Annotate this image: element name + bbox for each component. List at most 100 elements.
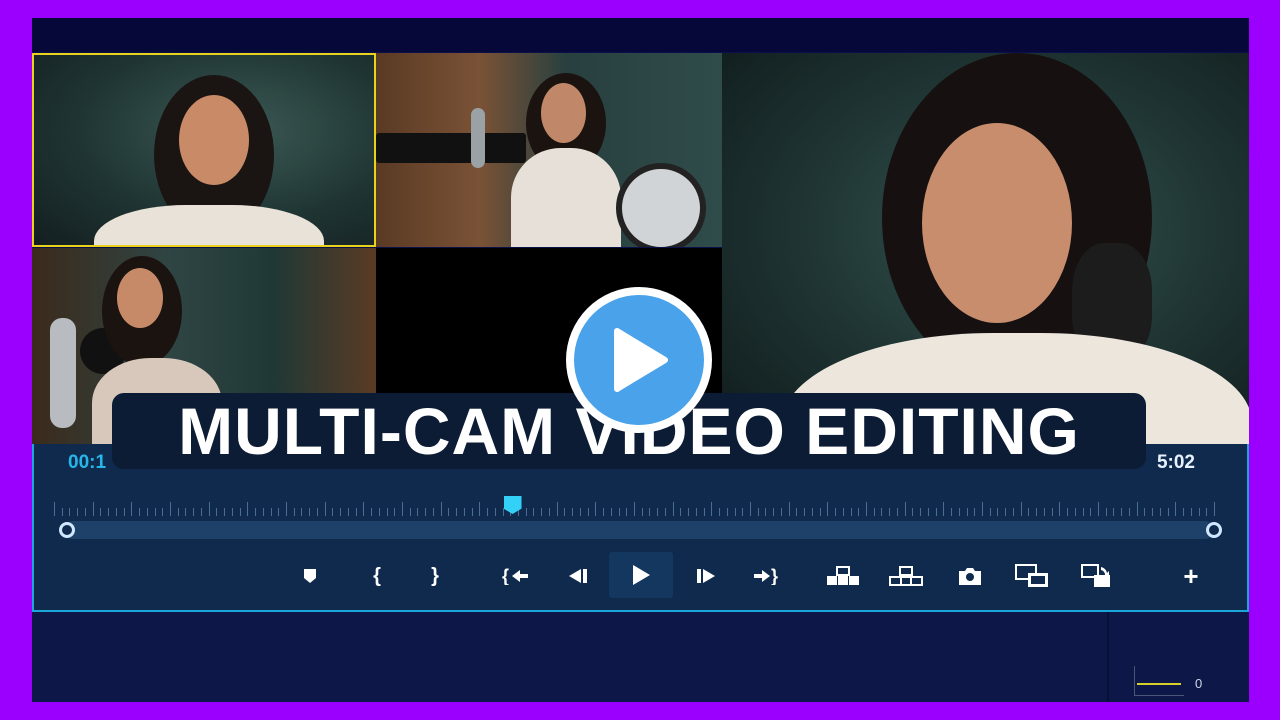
ruler-tick: [711, 502, 713, 516]
ruler-tick: [672, 502, 674, 516]
ruler-tick: [989, 508, 991, 516]
ruler-tick: [533, 508, 535, 516]
ruler-tick: [788, 502, 790, 516]
ruler-tick: [703, 508, 705, 516]
ruler-tick: [1183, 508, 1185, 516]
ruler-tick: [1074, 508, 1076, 516]
marker-button[interactable]: [290, 558, 330, 594]
ruler-tick: [417, 508, 419, 516]
ruler-tick: [750, 502, 751, 516]
ruler-tick: [819, 508, 821, 516]
ruler-tick: [386, 508, 388, 516]
ruler-tick: [131, 502, 133, 516]
snapshot-button[interactable]: [950, 558, 990, 594]
ruler-tick: [270, 508, 272, 516]
ruler-tick: [634, 502, 635, 516]
add-button[interactable]: +: [1171, 558, 1211, 594]
mark-out-button[interactable]: }: [415, 558, 455, 594]
ruler-tick: [216, 508, 218, 516]
camera-2-tile[interactable]: [376, 53, 722, 247]
go-to-out-button[interactable]: }: [746, 558, 786, 594]
overwrite-icon: [889, 566, 923, 586]
ruler-tick: [69, 508, 71, 516]
ruler-tick: [564, 508, 566, 516]
ruler-tick: [572, 508, 574, 516]
ruler-tick: [842, 508, 844, 516]
ruler-tick: [1067, 508, 1069, 516]
marker-icon: [304, 569, 316, 583]
ruler-tick: [618, 508, 620, 516]
ruler-tick: [115, 508, 117, 516]
ruler-tick: [200, 508, 202, 516]
ruler-tick: [966, 508, 968, 516]
ruler-tick: [719, 508, 721, 516]
range-start-handle[interactable]: [59, 522, 75, 538]
ruler-tick: [193, 508, 195, 516]
ruler-tick: [873, 508, 875, 516]
camera-1-tile[interactable]: [32, 53, 376, 247]
ruler-tick: [224, 508, 226, 516]
ruler-tick: [440, 502, 442, 516]
ruler-tick: [487, 508, 489, 516]
scrub-track[interactable]: [64, 521, 1214, 539]
ruler-tick: [1098, 502, 1099, 516]
ruler-tick: [912, 508, 914, 516]
range-end-handle[interactable]: [1206, 522, 1222, 538]
ruler-tick: [177, 508, 179, 516]
ruler-tick: [255, 508, 257, 516]
ruler-tick: [463, 508, 465, 516]
replace-button[interactable]: [1076, 558, 1116, 594]
go-to-in-button[interactable]: {: [496, 558, 536, 594]
ruler-tick: [456, 508, 458, 516]
ruler-tick: [935, 508, 937, 516]
ruler-tick: [378, 508, 380, 516]
bottom-track-area: [32, 612, 1249, 702]
ruler-tick: [355, 508, 357, 516]
audio-meter-value: 0: [1195, 676, 1203, 691]
ruler-tick: [154, 508, 156, 516]
ruler-tick: [726, 508, 728, 516]
ruler-tick: [502, 508, 504, 516]
ruler-tick: [1059, 502, 1061, 516]
ruler-tick: [1020, 502, 1022, 516]
ruler-tick: [904, 502, 906, 516]
ruler-tick: [1206, 508, 1208, 516]
ruler-tick: [835, 508, 837, 516]
step-forward-icon: [697, 569, 715, 583]
ruler-tick: [402, 502, 403, 516]
ruler-tick: [657, 508, 659, 516]
ruler-tick: [61, 508, 63, 516]
step-back-button[interactable]: [558, 558, 598, 594]
ruler-tick: [309, 508, 311, 516]
ruler-tick: [108, 508, 110, 516]
overwrite-button[interactable]: [886, 558, 926, 594]
current-time: 00:1: [68, 452, 107, 473]
svg-text:}: }: [771, 567, 778, 585]
ruler-tick: [943, 502, 945, 516]
ruler-tick: [170, 502, 171, 516]
match-frame-button[interactable]: [1012, 558, 1052, 594]
ruler-tick: [688, 508, 690, 516]
ruler-tick: [432, 508, 434, 516]
ruler-tick: [541, 508, 543, 516]
ruler-tick: [603, 508, 605, 516]
ruler-tick: [982, 502, 983, 516]
step-forward-button[interactable]: [686, 558, 726, 594]
mark-in-button[interactable]: {: [357, 558, 397, 594]
ruler-tick: [525, 508, 527, 516]
program-monitor: [722, 53, 1249, 444]
ruler-tick: [695, 508, 697, 516]
ruler-tick: [850, 508, 852, 516]
ruler-tick: [780, 508, 782, 516]
ruler-tick: [1144, 508, 1146, 516]
ruler-tick: [363, 502, 365, 516]
play-overlay-button[interactable]: [566, 287, 712, 433]
insert-button[interactable]: [823, 558, 863, 594]
replace-icon: [1081, 564, 1110, 587]
mark-out-icon: }: [431, 564, 439, 587]
ruler-tick: [664, 508, 666, 516]
audio-level-bar: [1137, 683, 1181, 685]
ruler-tick: [239, 508, 241, 516]
ruler-tick: [347, 508, 349, 516]
play-button[interactable]: [609, 552, 673, 598]
